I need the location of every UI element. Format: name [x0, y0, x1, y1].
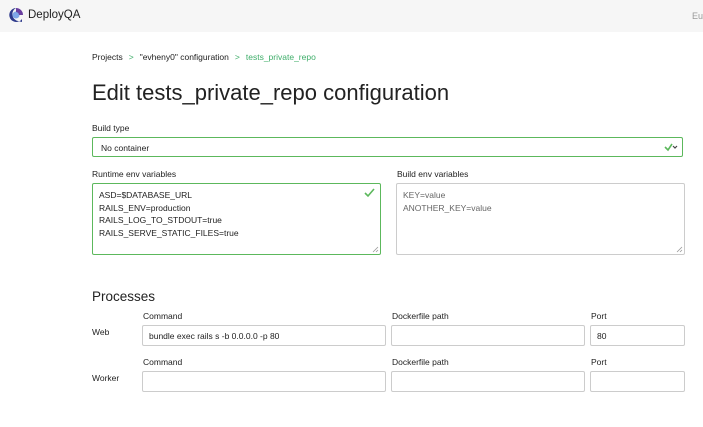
build-env-line: KEY=value: [403, 190, 446, 200]
worker-dockerfile-input[interactable]: [391, 371, 585, 392]
runtime-env-line: RAILS_LOG_TO_STDOUT=true: [99, 215, 222, 225]
runtime-env-line: RAILS_ENV=production: [99, 202, 191, 213]
worker-port-label: Port: [591, 357, 607, 367]
breadcrumb: Projects > "evheny0" configuration > tests_p…: [92, 52, 316, 62]
resize-handle-icon[interactable]: [372, 246, 379, 253]
runtime-env-label: Runtime env variables: [92, 169, 177, 179]
web-dockerfile-label: Dockerfile path: [392, 311, 449, 321]
breadcrumb-separator: >: [128, 52, 134, 62]
process-name-worker: Worker: [92, 373, 120, 383]
web-command-label: Command: [143, 311, 183, 321]
web-port-input[interactable]: 80: [590, 325, 685, 346]
build-env-label: Build env variables: [397, 169, 469, 179]
user-menu-text[interactable]: Eu: [692, 11, 703, 21]
build-type-value: No container: [101, 143, 150, 153]
valid-check-icon: [364, 188, 375, 198]
build-env-textarea[interactable]: KEY=value ANOTHER_KEY=value: [396, 183, 685, 255]
web-port-label: Port: [591, 311, 607, 321]
top-navbar: DeployQA Eu: [0, 0, 703, 32]
build-env-line: ANOTHER_KEY=value: [403, 202, 492, 213]
processes-heading: Processes: [92, 289, 156, 304]
worker-port-input[interactable]: [590, 371, 685, 392]
runtime-env-textarea[interactable]: ASD=$DATABASE_URL RAILS_ENV=production R…: [92, 183, 381, 255]
build-type-label: Build type: [92, 123, 130, 133]
build-type-select[interactable]: No container: [92, 137, 683, 157]
breadcrumb-projects[interactable]: Projects: [92, 52, 123, 62]
select-valid-chevron-icon: [664, 143, 678, 152]
web-dockerfile-input[interactable]: [391, 325, 585, 346]
runtime-env-line: RAILS_SERVE_STATIC_FILES=true: [99, 227, 239, 238]
breadcrumb-current[interactable]: tests_private_repo: [246, 52, 316, 62]
runtime-env-line: ASD=$DATABASE_URL: [99, 190, 192, 200]
breadcrumb-configuration[interactable]: "evheny0" configuration: [140, 52, 229, 62]
worker-command-label: Command: [143, 357, 183, 367]
process-name-web: Web: [92, 327, 110, 337]
web-command-input[interactable]: bundle exec rails s -b 0.0.0.0 -p 80: [142, 325, 386, 346]
worker-command-input[interactable]: [142, 371, 386, 392]
app-name[interactable]: DeployQA: [28, 9, 80, 21]
worker-dockerfile-label: Dockerfile path: [392, 357, 449, 367]
resize-handle-icon[interactable]: [676, 246, 683, 253]
deployqa-logo-icon[interactable]: [8, 7, 24, 23]
page-title: Edit tests_private_repo configuration: [92, 80, 450, 105]
breadcrumb-separator: >: [234, 52, 240, 62]
